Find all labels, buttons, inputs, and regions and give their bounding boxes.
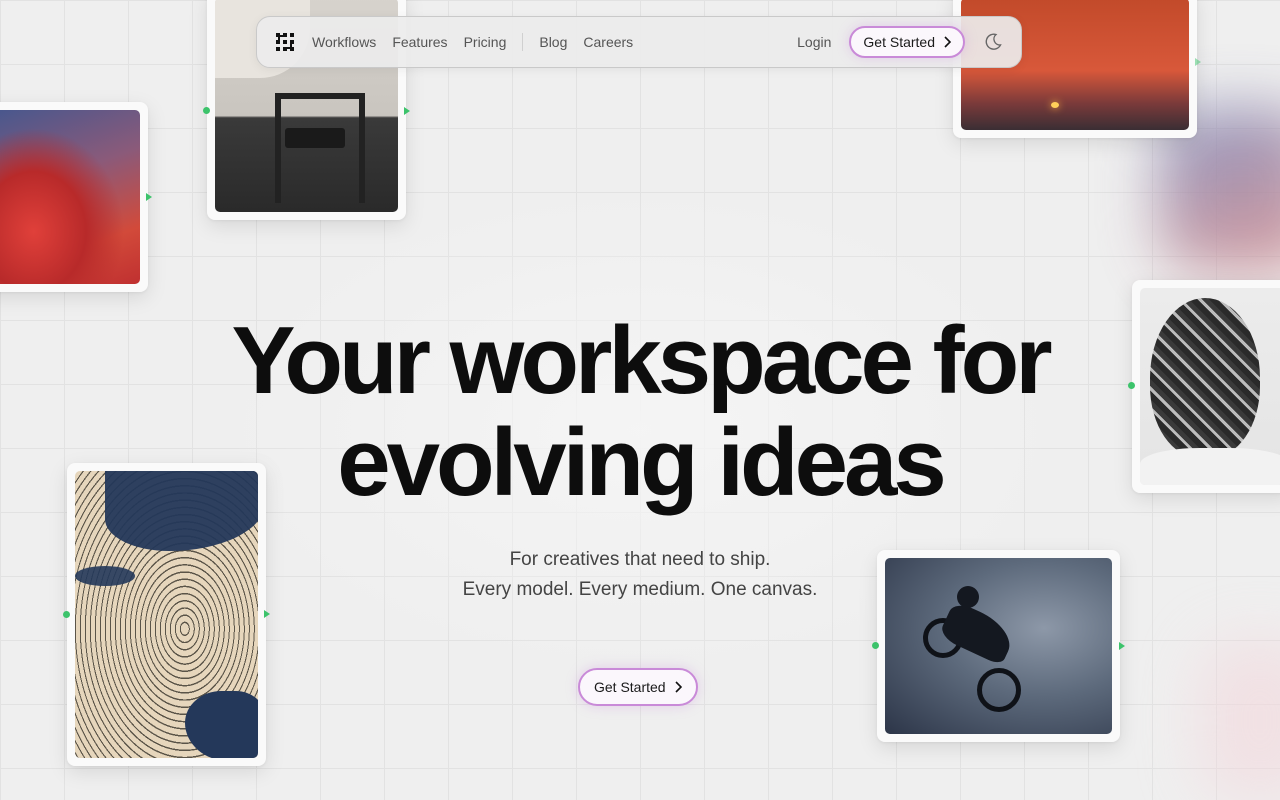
abstract-gradient-image — [0, 110, 140, 284]
node-output-port[interactable] — [264, 610, 270, 618]
nav-link-careers[interactable]: Careers — [583, 34, 633, 50]
hero-subtitle-line-2: Every model. Every medium. One canvas. — [462, 579, 818, 600]
hero-heading-line-2: evolving ideas — [337, 409, 947, 516]
moon-icon[interactable] — [983, 32, 1003, 52]
chevron-right-icon — [944, 36, 951, 48]
hero-subtitle-line-1: For creatives that need to ship. — [509, 549, 771, 570]
nav-divider — [522, 33, 524, 51]
topographic-map-image — [75, 471, 258, 758]
hero-heading: Your workspace for evolving ideas — [0, 310, 1280, 514]
canvas-node-abstract-image[interactable] — [0, 102, 148, 292]
node-output-port[interactable] — [1119, 642, 1125, 650]
node-input-port[interactable] — [203, 107, 210, 114]
node-output-port[interactable] — [146, 193, 152, 201]
nav-link-blog[interactable]: Blog — [539, 34, 567, 50]
nav-get-started-label: Get Started — [863, 34, 935, 50]
hero-heading-line-1: Your workspace for — [231, 307, 1052, 414]
nav-link-pricing[interactable]: Pricing — [464, 34, 507, 50]
nav-get-started-button[interactable]: Get Started — [849, 26, 965, 58]
node-output-port[interactable] — [404, 107, 410, 115]
pixel-square-logo[interactable] — [274, 31, 296, 53]
nav-link-workflows[interactable]: Workflows — [312, 34, 376, 50]
node-input-port[interactable] — [872, 642, 879, 649]
blur-blob-bottom-right — [1200, 640, 1280, 800]
login-link[interactable]: Login — [797, 34, 831, 50]
hero-get-started-button[interactable]: Get Started — [578, 668, 698, 706]
top-navbar: Workflows Features Pricing Blog Careers … — [256, 16, 1022, 68]
node-output-port[interactable] — [1195, 58, 1201, 66]
hero-subtitle: For creatives that need to ship. Every m… — [0, 545, 1280, 605]
nav-link-features[interactable]: Features — [392, 34, 447, 50]
hero-get-started-label: Get Started — [594, 679, 666, 695]
chevron-right-icon — [675, 681, 682, 693]
node-input-port[interactable] — [63, 611, 70, 618]
